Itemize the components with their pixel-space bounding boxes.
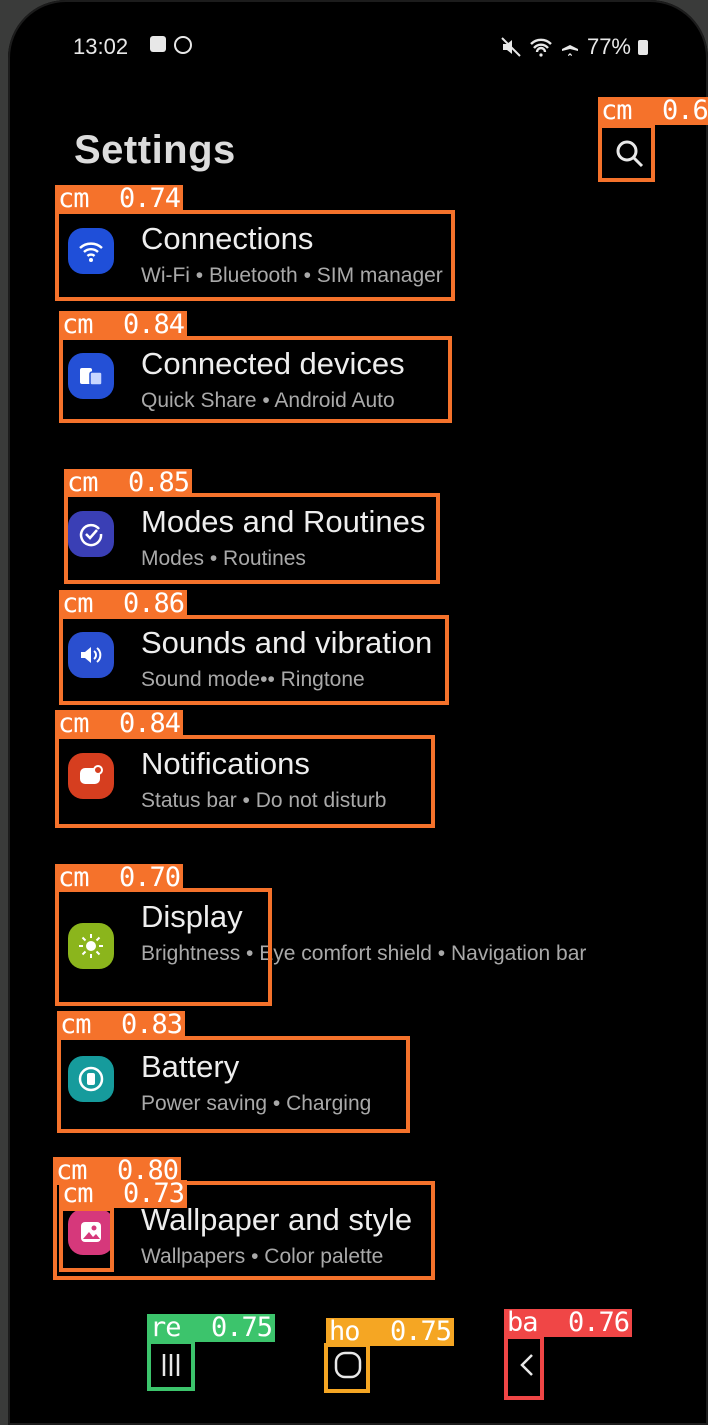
mute-icon — [501, 37, 521, 57]
detection-tag: cm 0.84 — [55, 710, 184, 738]
home-icon — [334, 1351, 362, 1379]
settings-item-battery[interactable]: Battery Power saving • Charging — [58, 1043, 458, 1143]
detection-tag: cm 0.83 — [57, 1011, 186, 1039]
item-subtitle: Quick Share • Android Auto — [141, 389, 395, 412]
settings-item-sounds-and-vibration[interactable]: Sounds and vibration Sound mode•• Ringto… — [58, 619, 458, 719]
battery-icon — [68, 1056, 114, 1102]
settings-item-display[interactable]: Display Brightness • Eye comfort shield … — [58, 893, 628, 1003]
speaker-icon — [68, 632, 114, 678]
home-button[interactable] — [325, 1340, 371, 1390]
back-button[interactable] — [505, 1340, 551, 1390]
item-subtitle: Brightness • Eye comfort shield • Naviga… — [141, 942, 587, 965]
item-subtitle: Wallpapers • Color palette — [141, 1245, 384, 1268]
item-subtitle: Sound mode•• Ringtone — [141, 668, 365, 691]
item-subtitle: Status bar • Do not disturb — [141, 789, 387, 812]
item-label: Connections — [141, 221, 314, 256]
image-icon — [68, 1209, 114, 1255]
item-label: Notifications — [141, 746, 310, 781]
wifi-icon — [68, 228, 114, 274]
sun-icon — [68, 923, 114, 969]
page-title: Settings — [74, 128, 236, 172]
settings-item-notifications[interactable]: Notifications Status bar • Do not distur… — [58, 740, 458, 840]
search-button[interactable] — [608, 132, 652, 176]
check-circle-icon — [68, 511, 114, 557]
settings-item-connected-devices[interactable]: Connected devices Quick Share • Android … — [58, 340, 458, 440]
settings-item-wallpaper-and-style[interactable]: Wallpaper and style Wallpapers • Color p… — [58, 1196, 458, 1296]
item-label: Sounds and vibration — [141, 625, 433, 660]
settings-item-connections[interactable]: Connections Wi-Fi • Bluetooth • SIM mana… — [58, 215, 458, 315]
detection-tag: cm 0.86 — [59, 590, 188, 618]
detection-tag: cm 0.84 — [59, 311, 188, 339]
detection-tag: cm 0.74 — [55, 185, 184, 213]
item-subtitle: Power saving • Charging — [141, 1092, 372, 1115]
item-label: Modes and Routines — [141, 504, 426, 539]
detection-tag: re 0.75 — [147, 1314, 276, 1342]
battery-percent: 77% — [586, 34, 631, 59]
back-icon — [520, 1354, 533, 1376]
item-label: Connected devices — [141, 346, 405, 381]
devices-icon — [68, 353, 114, 399]
item-label: Display — [141, 899, 243, 934]
item-subtitle: Modes • Routines — [141, 547, 306, 570]
detection-tag: cm 0.70 — [55, 864, 184, 892]
notification-icon — [68, 753, 114, 799]
detection-tag: cm 0.73 — [59, 1180, 188, 1208]
airplane-icon — [561, 38, 578, 56]
detection-tag: cm 0.85 — [64, 469, 193, 497]
item-label: Battery — [141, 1049, 240, 1084]
status-bar: 13:02 77% — [73, 32, 648, 62]
notification-circle-icon — [174, 36, 192, 54]
status-time: 13:02 — [73, 34, 129, 59]
detection-tag: ba 0.76 — [504, 1309, 633, 1337]
detection-tag: ho 0.75 — [326, 1318, 455, 1346]
item-subtitle: Wi-Fi • Bluetooth • SIM manager — [141, 264, 443, 287]
wifi-icon — [530, 38, 552, 57]
search-icon — [616, 140, 644, 168]
battery-icon — [638, 39, 648, 55]
notification-square-icon — [150, 36, 166, 52]
recents-icon — [162, 1354, 180, 1376]
detection-tag: cm 0.6 — [598, 97, 708, 125]
recents-button[interactable] — [148, 1340, 194, 1390]
settings-item-modes-and-routines[interactable]: Modes and Routines Modes • Routines — [58, 498, 458, 598]
